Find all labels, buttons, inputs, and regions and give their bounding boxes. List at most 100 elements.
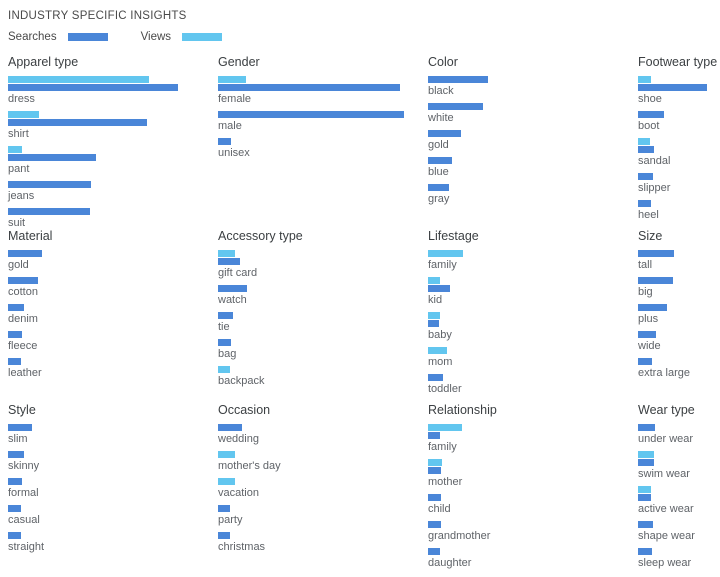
bar-searches[interactable] bbox=[8, 304, 24, 311]
bar-searches[interactable] bbox=[8, 331, 22, 338]
facet-row[interactable]: grandmother bbox=[428, 521, 638, 543]
bar-searches[interactable] bbox=[218, 285, 247, 292]
facet-row[interactable]: wedding bbox=[218, 424, 428, 446]
facet-row[interactable]: boot bbox=[638, 111, 720, 133]
bar-searches[interactable] bbox=[428, 157, 452, 164]
bar-searches[interactable] bbox=[428, 374, 443, 381]
bar-searches[interactable] bbox=[8, 84, 178, 91]
bar-searches[interactable] bbox=[638, 521, 653, 528]
bar-searches[interactable] bbox=[428, 184, 449, 191]
facet-row[interactable]: casual bbox=[8, 505, 218, 527]
bar-views[interactable] bbox=[218, 478, 235, 485]
bar-searches[interactable] bbox=[428, 320, 439, 327]
bar-searches[interactable] bbox=[638, 331, 656, 338]
bar-searches[interactable] bbox=[428, 494, 441, 501]
facet-row[interactable]: gift card bbox=[218, 250, 428, 280]
facet-row[interactable]: leather bbox=[8, 358, 218, 380]
facet-row[interactable]: slipper bbox=[638, 173, 720, 195]
facet-row[interactable]: active wear bbox=[638, 486, 720, 516]
bar-searches[interactable] bbox=[638, 459, 654, 466]
facet-row[interactable]: jeans bbox=[8, 181, 218, 203]
facet-row[interactable]: plus bbox=[638, 304, 720, 326]
facet-row[interactable]: bag bbox=[218, 339, 428, 361]
bar-views[interactable] bbox=[428, 347, 447, 354]
bar-searches[interactable] bbox=[218, 532, 230, 539]
facet-row[interactable]: shoe bbox=[638, 76, 720, 106]
facet-row[interactable]: shirt bbox=[8, 111, 218, 141]
bar-searches[interactable] bbox=[218, 312, 233, 319]
facet-row[interactable]: white bbox=[428, 103, 638, 125]
bar-searches[interactable] bbox=[638, 84, 707, 91]
facet-row[interactable]: family bbox=[428, 250, 638, 272]
facet-row[interactable]: male bbox=[218, 111, 428, 133]
bar-searches[interactable] bbox=[638, 304, 667, 311]
facet-row[interactable]: female bbox=[218, 76, 428, 106]
facet-row[interactable]: mother bbox=[428, 459, 638, 489]
bar-searches[interactable] bbox=[638, 494, 651, 501]
facet-row[interactable]: cotton bbox=[8, 277, 218, 299]
facet-row[interactable]: toddler bbox=[428, 374, 638, 396]
bar-searches[interactable] bbox=[428, 285, 450, 292]
facet-row[interactable]: swim wear bbox=[638, 451, 720, 481]
facet-row[interactable]: kid bbox=[428, 277, 638, 307]
facet-row[interactable]: unisex bbox=[218, 138, 428, 160]
bar-views[interactable] bbox=[428, 312, 440, 319]
facet-row[interactable]: child bbox=[428, 494, 638, 516]
bar-searches[interactable] bbox=[638, 111, 664, 118]
facet-row[interactable]: black bbox=[428, 76, 638, 98]
facet-row[interactable]: sandal bbox=[638, 138, 720, 168]
bar-searches[interactable] bbox=[638, 548, 652, 555]
facet-row[interactable]: mom bbox=[428, 347, 638, 369]
bar-views[interactable] bbox=[428, 459, 442, 466]
facet-row[interactable]: shape wear bbox=[638, 521, 720, 543]
facet-row[interactable]: denim bbox=[8, 304, 218, 326]
facet-row[interactable]: party bbox=[218, 505, 428, 527]
bar-searches[interactable] bbox=[638, 277, 673, 284]
bar-views[interactable] bbox=[428, 277, 440, 284]
facet-row[interactable]: tie bbox=[218, 312, 428, 334]
bar-searches[interactable] bbox=[428, 432, 440, 439]
facet-row[interactable]: pant bbox=[8, 146, 218, 176]
facet-row[interactable]: vacation bbox=[218, 478, 428, 500]
facet-row[interactable]: mother's day bbox=[218, 451, 428, 473]
bar-searches[interactable] bbox=[218, 138, 231, 145]
bar-views[interactable] bbox=[8, 76, 149, 83]
bar-searches[interactable] bbox=[8, 277, 38, 284]
bar-views[interactable] bbox=[428, 250, 463, 257]
bar-views[interactable] bbox=[638, 76, 651, 83]
facet-row[interactable]: fleece bbox=[8, 331, 218, 353]
bar-searches[interactable] bbox=[638, 146, 654, 153]
facet-row[interactable]: tall bbox=[638, 250, 720, 272]
bar-views[interactable] bbox=[428, 424, 462, 431]
facet-row[interactable]: heel bbox=[638, 200, 720, 222]
bar-searches[interactable] bbox=[638, 250, 674, 257]
bar-views[interactable] bbox=[218, 250, 235, 257]
facet-row[interactable]: christmas bbox=[218, 532, 428, 554]
bar-searches[interactable] bbox=[428, 76, 488, 83]
bar-views[interactable] bbox=[638, 451, 654, 458]
facet-row[interactable]: watch bbox=[218, 285, 428, 307]
facet-row[interactable]: skinny bbox=[8, 451, 218, 473]
bar-searches[interactable] bbox=[428, 467, 441, 474]
bar-searches[interactable] bbox=[8, 358, 21, 365]
bar-searches[interactable] bbox=[8, 181, 91, 188]
bar-searches[interactable] bbox=[218, 339, 231, 346]
bar-searches[interactable] bbox=[8, 478, 22, 485]
bar-searches[interactable] bbox=[8, 154, 96, 161]
bar-views[interactable] bbox=[8, 111, 39, 118]
facet-row[interactable]: formal bbox=[8, 478, 218, 500]
facet-row[interactable]: straight bbox=[8, 532, 218, 554]
bar-searches[interactable] bbox=[8, 250, 42, 257]
facet-row[interactable]: backpack bbox=[218, 366, 428, 388]
bar-searches[interactable] bbox=[428, 130, 461, 137]
facet-row[interactable]: slim bbox=[8, 424, 218, 446]
bar-searches[interactable] bbox=[8, 424, 32, 431]
bar-searches[interactable] bbox=[218, 505, 230, 512]
facet-row[interactable]: sleep wear bbox=[638, 548, 720, 570]
facet-row[interactable]: under wear bbox=[638, 424, 720, 446]
facet-row[interactable]: gold bbox=[428, 130, 638, 152]
facet-row[interactable]: family bbox=[428, 424, 638, 454]
bar-searches[interactable] bbox=[428, 521, 441, 528]
facet-row[interactable]: dress bbox=[8, 76, 218, 106]
bar-searches[interactable] bbox=[638, 358, 652, 365]
